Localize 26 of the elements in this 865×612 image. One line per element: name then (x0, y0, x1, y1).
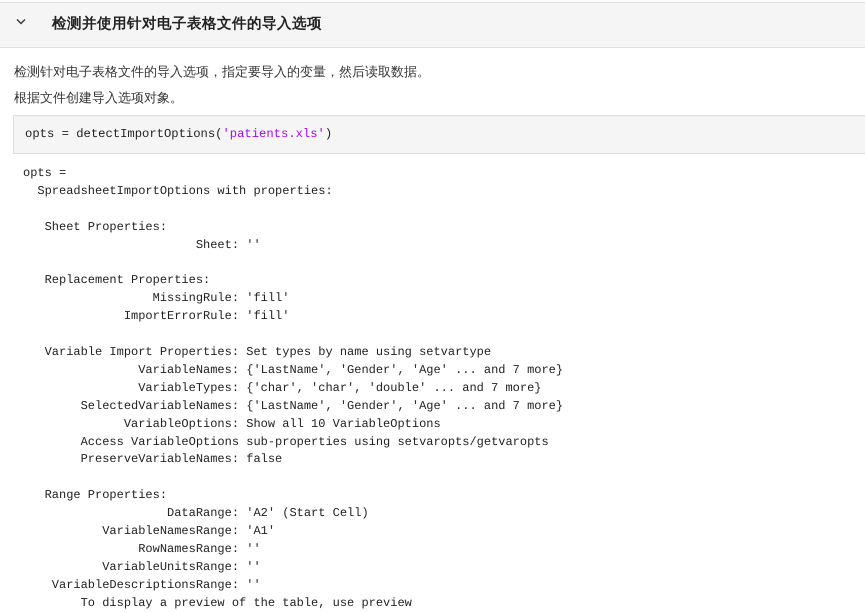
code-block: opts = detectImportOptions('patients.xls') (13, 115, 865, 154)
output-line: SpreadsheetImportOptions with properties: (36, 184, 333, 198)
output-line: MissingRule: 'fill' (152, 291, 290, 306)
output-line: Variable Import Properties: Set types by name using setvartype (44, 345, 492, 360)
output-line: Access VariableOptions sub-properties using setvaropts/getvaropts (80, 434, 549, 449)
output-line: To display a preview of the table, use preview (80, 596, 412, 610)
paragraph: 根据文件创建导入选项对象。 (14, 89, 184, 107)
output-line: VariableDescriptionsRange: '' (50, 578, 261, 592)
chevron-down-icon[interactable] (16, 18, 26, 24)
output-line: VariableTypes: {'char', 'char', 'double' ... and 7 more} (137, 380, 542, 395)
output-line: Sheet: '' (194, 238, 261, 252)
output-line: VariableOptions: Show all 10 VariableOptions (122, 416, 441, 431)
output-line: VariableNames: {'LastName', 'Gender', 'Age' ... and 7 more} (137, 362, 564, 377)
output-line: ImportErrorRule: 'fill' (122, 309, 290, 324)
output-line: DataRange: 'A2' (Start Cell) (166, 506, 369, 520)
output-line: RowNamesRange: '' (137, 542, 261, 556)
output-line: SelectedVariableNames: {'LastName', 'Gender', 'Age' ... and 7 more} (80, 398, 564, 413)
output-line: Range Properties: (44, 488, 168, 502)
output-line: Sheet Properties: (44, 220, 168, 234)
output-line: Replacement Properties: (44, 273, 210, 288)
section-title: 检测并使用针对电子表格文件的导入选项 (52, 14, 322, 34)
output-line: VariableNamesRange: 'A1' (101, 524, 276, 538)
paragraph: 检测针对电子表格文件的导入选项，指定要导入的变量，然后读取数据。 (14, 63, 431, 81)
output-line: opts = (23, 166, 66, 180)
output-line: PreserveVariableNames: false (80, 452, 282, 466)
output-line: VariableUnitsRange: '' (101, 560, 261, 574)
